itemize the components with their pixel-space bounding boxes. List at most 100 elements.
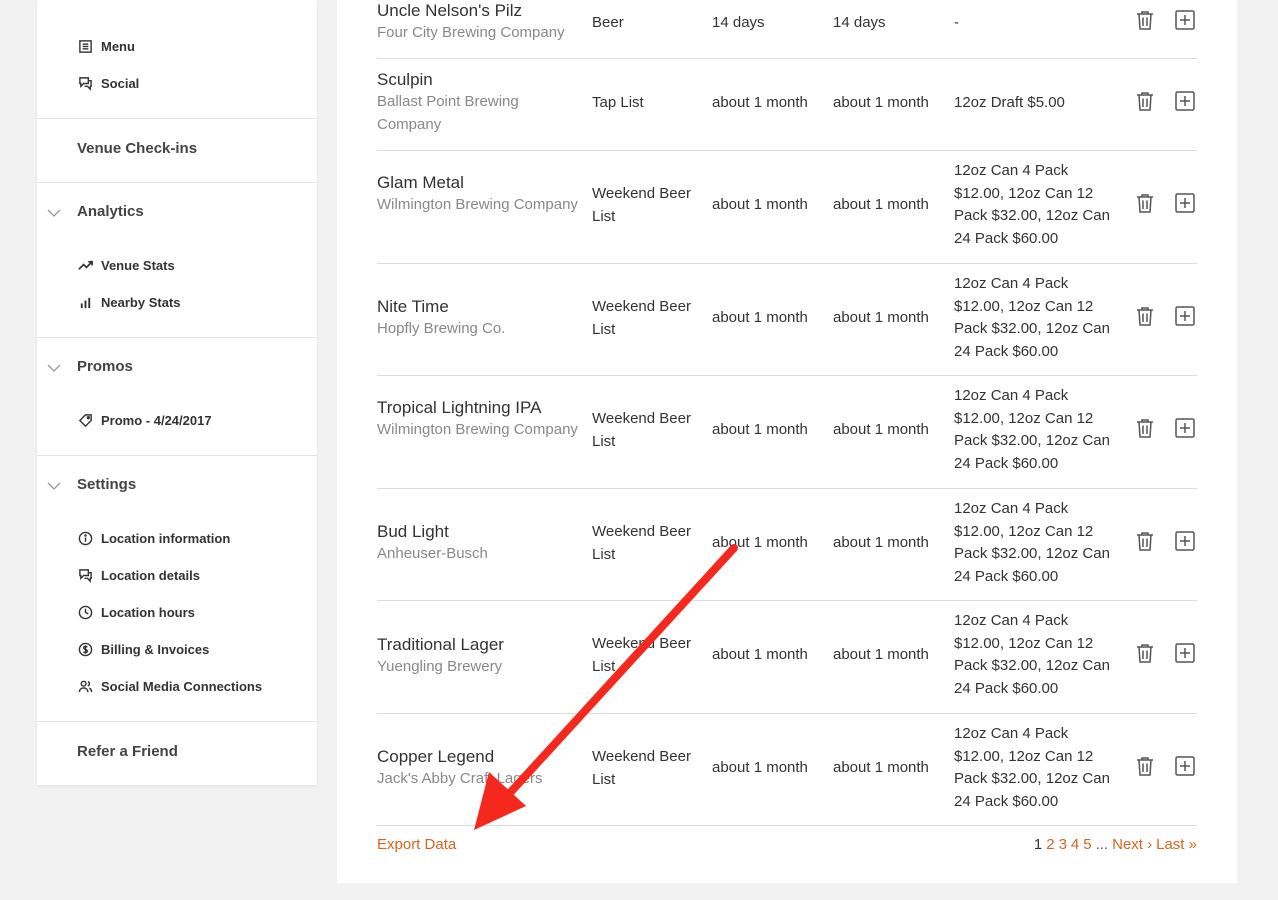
plus-square-icon[interactable]: [1174, 305, 1196, 327]
updated-time: about 1 month: [833, 309, 929, 326]
divider: [37, 455, 317, 456]
bar-chart-icon: [77, 294, 93, 310]
table-row: Nite Time Hopfly Brewing Co. Weekend Bee…: [377, 263, 1197, 376]
chevron-down-icon[interactable]: [47, 206, 61, 220]
table-row: Glam Metal Wilmington Brewing Company We…: [377, 150, 1197, 264]
sidebar-item-refer-a-friend[interactable]: Refer a Friend: [77, 743, 178, 760]
page-link[interactable]: 3: [1059, 836, 1067, 853]
trash-icon[interactable]: [1134, 417, 1156, 439]
divider: [37, 182, 317, 183]
price: 12oz Can 4 Pack $12.00, 12oz Can 12 Pack…: [954, 387, 1110, 472]
beer-name[interactable]: Sculpin: [377, 70, 433, 89]
section-settings[interactable]: Settings: [77, 476, 136, 493]
trash-icon[interactable]: [1134, 530, 1156, 552]
sidebar-item-menu[interactable]: Menu: [77, 36, 135, 56]
menu-list: Weekend Beer List: [592, 748, 691, 788]
sidebar-item-billing[interactable]: Billing & Invoices: [77, 639, 209, 659]
beer-cell: Copper Legend Jack's Abby Craft Lagers: [377, 746, 582, 791]
beer-cell: Bud Light Anheuser-Busch: [377, 521, 582, 566]
plus-square-icon[interactable]: [1174, 417, 1196, 439]
trash-icon[interactable]: [1134, 755, 1156, 777]
trash-icon[interactable]: [1134, 642, 1156, 664]
menu-list: Weekend Beer List: [592, 410, 691, 450]
menu-list: Tap List: [592, 94, 644, 111]
trash-icon[interactable]: [1134, 305, 1156, 327]
sidebar-item-label: Promo - 4/24/2017: [101, 412, 212, 428]
trash-icon[interactable]: [1134, 90, 1156, 112]
added-time: 14 days: [712, 14, 765, 31]
beer-name[interactable]: Nite Time: [377, 297, 449, 316]
brewery-name: Yuengling Brewery: [377, 658, 503, 675]
added-time: about 1 month: [712, 759, 808, 776]
chat-icon: [77, 75, 93, 91]
export-data-link[interactable]: Export Data: [377, 836, 456, 853]
beer-name[interactable]: Copper Legend: [377, 747, 494, 766]
beer-cell: Glam Metal Wilmington Brewing Company: [377, 172, 582, 217]
sidebar-item-label: Social: [101, 75, 140, 91]
updated-time: about 1 month: [833, 94, 929, 111]
menu-icon: [77, 38, 93, 54]
sidebar-item-label: Venue Stats: [101, 257, 175, 273]
beer-name[interactable]: Tropical Lightning IPA: [377, 398, 541, 417]
sidebar-item-label: Menu: [101, 38, 135, 54]
beer-name[interactable]: Glam Metal: [377, 173, 464, 192]
sidebar-item-location-hours[interactable]: Location hours: [77, 602, 195, 622]
added-time: about 1 month: [712, 534, 808, 551]
page-link[interactable]: 5: [1083, 836, 1091, 853]
sidebar-item-label: Nearby Stats: [101, 294, 181, 310]
added-time: about 1 month: [712, 94, 808, 111]
menu-list: Weekend Beer List: [592, 185, 691, 225]
beer-name[interactable]: Uncle Nelson's Pilz: [377, 1, 522, 20]
price: 12oz Can 4 Pack $12.00, 12oz Can 12 Pack…: [954, 500, 1110, 585]
trash-icon[interactable]: [1134, 192, 1156, 214]
divider: [37, 721, 317, 722]
sidebar-item-social-media-connections[interactable]: Social Media Connections: [77, 676, 262, 696]
updated-time: about 1 month: [833, 421, 929, 438]
chevron-down-icon[interactable]: [47, 361, 61, 375]
sidebar-item-location-information[interactable]: Location information: [77, 528, 230, 548]
section-promos[interactable]: Promos: [77, 358, 133, 375]
chevron-down-icon[interactable]: [47, 479, 61, 493]
brewery-name: Wilmington Brewing Company: [377, 196, 578, 213]
section-analytics[interactable]: Analytics: [77, 203, 144, 220]
page-link[interactable]: 2: [1046, 836, 1054, 853]
beer-name[interactable]: Traditional Lager: [377, 635, 504, 654]
plus-square-icon[interactable]: [1174, 90, 1196, 112]
table-row: Bud Light Anheuser-Busch Weekend Beer Li…: [377, 488, 1197, 601]
updated-time: about 1 month: [833, 759, 929, 776]
plus-square-icon[interactable]: [1174, 642, 1196, 664]
table-row: Uncle Nelson's Pilz Four City Brewing Co…: [377, 0, 1197, 59]
table-row: Sculpin Ballast Point Brewing Company Ta…: [377, 58, 1197, 151]
price: 12oz Can 4 Pack $12.00, 12oz Can 12 Pack…: [954, 725, 1110, 810]
beer-cell: Sculpin Ballast Point Brewing Company: [377, 69, 582, 136]
info-icon: [77, 530, 93, 546]
sidebar-item-social[interactable]: Social: [77, 73, 139, 93]
next-page-link[interactable]: Next ›: [1112, 836, 1152, 853]
menu-list: Beer: [592, 14, 624, 31]
sidebar-item-location-details[interactable]: Location details: [77, 565, 200, 585]
sidebar-item-promo[interactable]: Promo - 4/24/2017: [77, 410, 212, 430]
sidebar-item-venue-stats[interactable]: Venue Stats: [77, 255, 175, 275]
updated-time: about 1 month: [833, 196, 929, 213]
plus-square-icon[interactable]: [1174, 530, 1196, 552]
plus-square-icon[interactable]: [1174, 9, 1196, 31]
page-current: 1: [1033, 836, 1043, 853]
price: -: [954, 14, 959, 31]
beer-name[interactable]: Bud Light: [377, 522, 449, 541]
sidebar-item-label: Location hours: [101, 604, 195, 620]
chat-icon: [77, 567, 93, 583]
table-row: Tropical Lightning IPA Wilmington Brewin…: [377, 375, 1197, 489]
plus-square-icon[interactable]: [1174, 192, 1196, 214]
sidebar-item-venue-checkins[interactable]: Venue Check-ins: [77, 140, 197, 157]
tag-icon: [77, 412, 93, 428]
page-ellipsis: ...: [1095, 836, 1109, 853]
price: 12oz Can 4 Pack $12.00, 12oz Can 12 Pack…: [954, 612, 1110, 697]
trash-icon[interactable]: [1134, 9, 1156, 31]
last-page-link[interactable]: Last »: [1156, 836, 1197, 853]
sidebar-item-nearby-stats[interactable]: Nearby Stats: [77, 292, 180, 312]
brewery-name: Four City Brewing Company: [377, 24, 565, 41]
page-link[interactable]: 4: [1071, 836, 1079, 853]
plus-square-icon[interactable]: [1174, 755, 1196, 777]
beer-cell: Traditional Lager Yuengling Brewery: [377, 634, 582, 679]
trending-icon: [77, 257, 93, 273]
